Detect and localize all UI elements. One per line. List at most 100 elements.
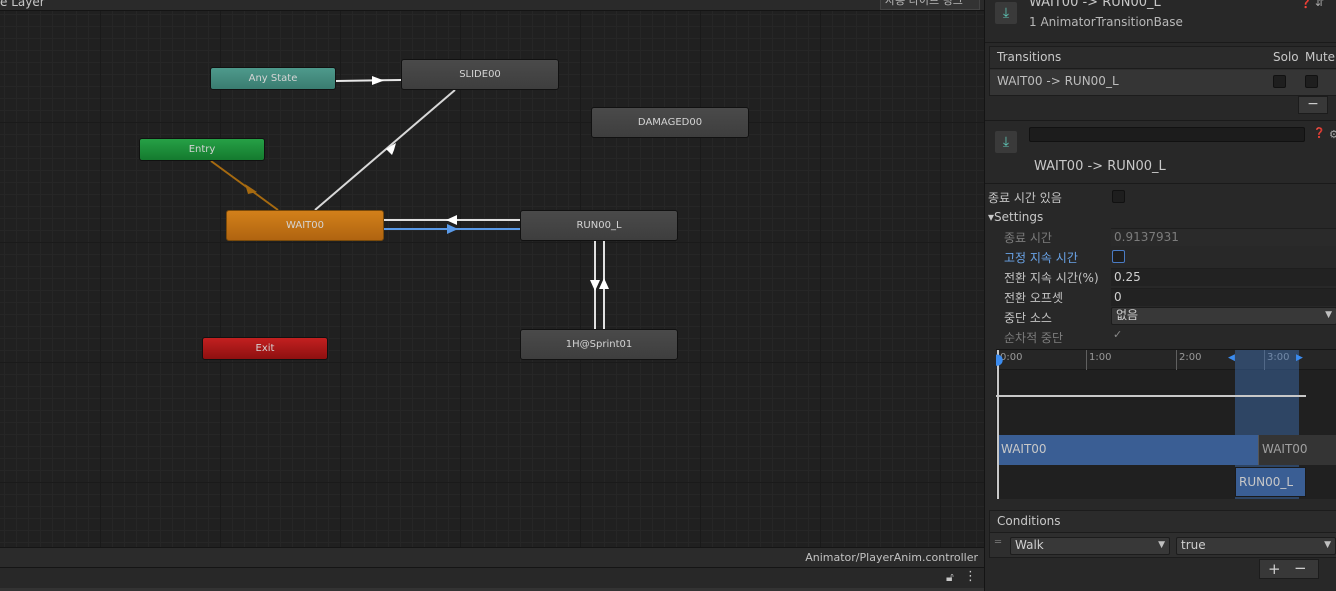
transition-duration-field[interactable]: 0.25: [1111, 268, 1336, 286]
blend-curve: [996, 395, 1306, 397]
transition-icon: ⤓: [995, 2, 1017, 24]
exit-time-field[interactable]: 0.9137931: [1111, 228, 1336, 246]
chevron-down-icon: ▼: [1158, 540, 1165, 550]
interruption-source-label: 중단 소스: [1004, 311, 1052, 325]
inspector-panel: ⤓ WAIT00 -> RUN00_L 1 AnimatorTransition…: [984, 0, 1336, 591]
state-entry[interactable]: Entry: [139, 138, 265, 161]
ruler-tick-label: 2:00: [1179, 352, 1202, 363]
edge-anystate-slide[interactable]: [335, 79, 402, 82]
state-label: Exit: [255, 343, 275, 354]
state-machine-graph[interactable]: e Layer 자동 라이브 링크 Any State SLIDE00 DAMA…: [0, 0, 984, 547]
state-label: DAMAGED00: [637, 117, 703, 128]
chevron-down-icon: ▼: [1324, 540, 1331, 550]
edge-arrow: [446, 215, 457, 225]
divider: [985, 183, 1336, 184]
condition-value-dropdown[interactable]: true ▼: [1176, 537, 1336, 555]
transitions-list: Transitions Solo Mute WAIT00 -> RUN00_L: [989, 46, 1336, 96]
remove-transition-button[interactable]: −: [1298, 96, 1328, 114]
remove-condition-button[interactable]: −: [1294, 559, 1307, 577]
gear-icon[interactable]: ⚙: [1329, 128, 1336, 141]
drag-handle-icon[interactable]: ═: [995, 537, 1001, 548]
transitions-header: Transitions Solo Mute: [990, 47, 1336, 69]
playhead[interactable]: [997, 350, 999, 499]
inspector-title: WAIT00 -> RUN00_L: [1029, 0, 1161, 10]
ruler-tick-label: 0:00: [1000, 352, 1023, 363]
interruption-source-dropdown[interactable]: 없음 ▼: [1111, 307, 1336, 325]
transition-row[interactable]: WAIT00 -> RUN00_L: [990, 70, 1336, 95]
lock-icon[interactable]: 🔓︎: [946, 570, 958, 584]
exit-time-label: 종료 시간: [1004, 231, 1052, 245]
transitions-header-label: Transitions: [997, 50, 1062, 64]
blend-start-handle-icon[interactable]: ◀: [1228, 353, 1235, 363]
transition-title: WAIT00 -> RUN00_L: [1034, 159, 1166, 174]
dropdown-value: true: [1181, 538, 1206, 552]
transition-offset-field[interactable]: 0: [1111, 288, 1336, 306]
transition-name-field[interactable]: [1029, 127, 1305, 142]
blend-end-handle-icon[interactable]: ▶: [1296, 353, 1303, 363]
ruler-major-tick: [1086, 350, 1087, 370]
state-label: SLIDE00: [459, 69, 501, 80]
source-clip-continuation: WAIT00: [1258, 435, 1336, 465]
playhead-marker-icon[interactable]: ⬤: [996, 353, 1003, 366]
state-label: Entry: [188, 144, 216, 155]
state-slide00[interactable]: SLIDE00: [401, 59, 559, 90]
checkmark-icon[interactable]: ✓: [1113, 328, 1122, 341]
console-bar: 🔓︎ ⋮: [0, 567, 984, 591]
state-damaged00[interactable]: DAMAGED00: [591, 107, 749, 138]
source-clip-bar[interactable]: WAIT00: [998, 435, 1258, 465]
edge-slide-wait[interactable]: [314, 89, 456, 211]
state-wait00[interactable]: WAIT00: [226, 210, 384, 241]
conditions-header-label: Conditions: [997, 514, 1061, 528]
settings-foldout[interactable]: ▾Settings: [988, 210, 1043, 224]
divider: [985, 42, 1336, 43]
dropdown-value: 없음: [1116, 308, 1139, 322]
transition-icon: ⤓: [995, 131, 1017, 153]
mute-column-label: Mute: [1305, 50, 1336, 64]
settings-label: Settings: [994, 210, 1044, 224]
fixed-duration-checkbox[interactable]: [1112, 250, 1125, 263]
dropdown-value: Walk: [1015, 538, 1044, 552]
transition-offset-label: 전환 오프셋: [1004, 291, 1064, 305]
solo-column-label: Solo: [1273, 50, 1299, 64]
condition-parameter-dropdown[interactable]: Walk ▼: [1010, 537, 1170, 555]
add-condition-button[interactable]: +: [1268, 560, 1281, 578]
ruler-major-tick: [1176, 350, 1177, 370]
chevron-down-icon: ▼: [1325, 310, 1332, 320]
state-label: RUN00_L: [576, 220, 622, 231]
graph-footer: Animator/PlayerAnim.controller: [0, 547, 984, 567]
ruler-tick-label: 1:00: [1089, 352, 1112, 363]
transition-duration-label: 전환 지속 시간(%): [1004, 271, 1099, 285]
edge-arrow: [590, 280, 600, 291]
kebab-menu-icon[interactable]: ⋮: [964, 569, 977, 584]
conditions-header: Conditions: [990, 511, 1336, 533]
state-exit[interactable]: Exit: [202, 337, 328, 360]
state-1h-sprint01[interactable]: 1H@Sprint01: [520, 329, 678, 360]
state-label: WAIT00: [286, 220, 324, 231]
solo-checkbox[interactable]: [1273, 75, 1286, 88]
ordered-interruption-label: 순차적 중단: [1004, 331, 1064, 345]
state-run00-l[interactable]: RUN00_L: [520, 210, 678, 241]
source-clip-label-2: WAIT00: [1262, 442, 1308, 456]
divider: [985, 120, 1336, 121]
has-exit-time-checkbox[interactable]: [1112, 190, 1125, 203]
destination-clip-label: RUN00_L: [1239, 475, 1294, 489]
help-icon[interactable]: ❓: [1299, 0, 1313, 9]
edge-arrow: [599, 278, 609, 289]
edge-entry-wait[interactable]: [210, 160, 279, 211]
destination-clip-bar[interactable]: RUN00_L: [1235, 467, 1306, 497]
state-label: 1H@Sprint01: [565, 339, 633, 350]
fixed-duration-label: 고정 지속 시간: [1004, 251, 1078, 265]
transition-row-label: WAIT00 -> RUN00_L: [997, 74, 1119, 88]
mute-checkbox[interactable]: [1305, 75, 1318, 88]
help-icon[interactable]: ❓: [1313, 128, 1325, 139]
has-exit-time-label: 종료 시간 있음: [988, 191, 1062, 205]
inspector-subtitle: 1 AnimatorTransitionBase: [1029, 15, 1183, 29]
preset-icon[interactable]: ⇵: [1315, 0, 1324, 9]
condition-buttons: + −: [1259, 559, 1319, 579]
conditions-list: Conditions ═ Walk ▼ true ▼: [989, 510, 1336, 558]
source-clip-label: WAIT00: [1001, 442, 1047, 456]
edge-arrow: [447, 224, 458, 234]
edge-arrow: [372, 76, 384, 85]
transition-timeline[interactable]: 0:00 1:00 2:00 3:00 WAIT00 WAIT00 RUN00_…: [996, 349, 1336, 499]
state-any-state[interactable]: Any State: [210, 67, 336, 90]
